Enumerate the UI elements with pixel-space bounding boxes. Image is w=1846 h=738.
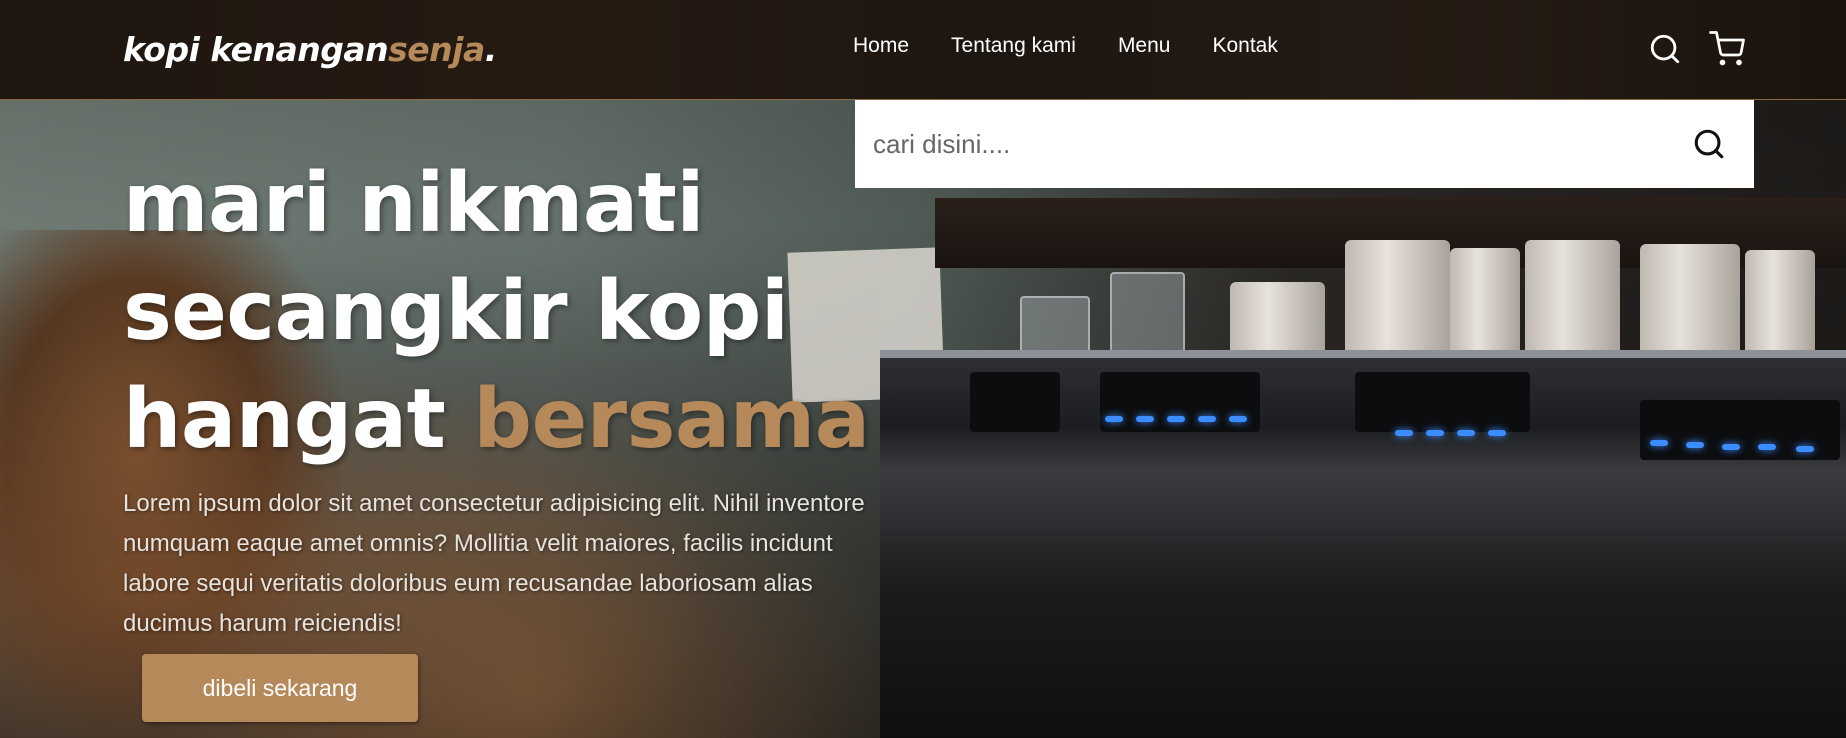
cup	[1525, 240, 1620, 358]
machine-panel	[1355, 372, 1530, 432]
search-submit-button[interactable]	[1664, 100, 1754, 188]
nav-link-menu[interactable]: Menu	[1118, 34, 1171, 58]
cart-icon[interactable]	[1706, 28, 1748, 70]
nav-links: Home Tentang kami Menu Kontak	[853, 34, 1320, 58]
navbar: kopi kenangansenja. Home Tentang kami Me…	[0, 0, 1846, 100]
machine-led	[1796, 446, 1814, 452]
glass	[1110, 272, 1185, 356]
machine-led	[1457, 430, 1475, 436]
hero-title-accent: bersama	[473, 372, 870, 467]
glass	[1020, 296, 1090, 356]
machine-led	[1105, 416, 1123, 422]
hero-description: Lorem ipsum dolor sit amet consectetur a…	[123, 490, 865, 637]
cup	[1345, 240, 1450, 360]
machine-led	[1229, 416, 1247, 422]
machine-led	[1758, 444, 1776, 450]
nav-icons	[1644, 28, 1748, 70]
hero-title-line1: mari nikmati	[123, 156, 704, 251]
cup	[1230, 282, 1325, 360]
hero-title-line2: secangkir kopi	[123, 264, 789, 359]
machine-panel	[970, 372, 1060, 432]
search-form	[855, 100, 1754, 188]
brand-logo[interactable]: kopi kenangansenja.	[123, 30, 497, 69]
cup	[1745, 250, 1815, 358]
machine-led	[1136, 416, 1154, 422]
search-icon	[1694, 129, 1724, 159]
machine-led	[1426, 430, 1444, 436]
machine-led	[1650, 440, 1668, 446]
logo-accent-text: senja	[388, 30, 485, 69]
hero-title-line3: hangat	[123, 372, 474, 467]
machine-led	[1167, 416, 1185, 422]
machine-panel	[1100, 372, 1260, 432]
machine-led	[1488, 430, 1506, 436]
machine-led	[1686, 442, 1704, 448]
machine-led	[1395, 430, 1413, 436]
buy-now-button[interactable]: dibeli sekarang	[142, 654, 418, 722]
machine-led	[1198, 416, 1216, 422]
logo-main-text: kopi kenangan	[123, 30, 389, 69]
hero-content: mari nikmati secangkir kopi hangat bersa…	[123, 150, 923, 644]
search-icon[interactable]	[1644, 28, 1686, 70]
cup	[1640, 244, 1740, 360]
cup	[1450, 248, 1520, 358]
machine-led	[1722, 444, 1740, 450]
nav-link-home[interactable]: Home	[853, 34, 909, 58]
nav-link-kontak[interactable]: Kontak	[1212, 34, 1277, 58]
search-input[interactable]	[855, 100, 1664, 188]
hero-title: mari nikmati secangkir kopi hangat bersa…	[123, 150, 923, 474]
nav-link-tentang-kami[interactable]: Tentang kami	[951, 34, 1076, 58]
logo-dot: .	[484, 30, 498, 69]
